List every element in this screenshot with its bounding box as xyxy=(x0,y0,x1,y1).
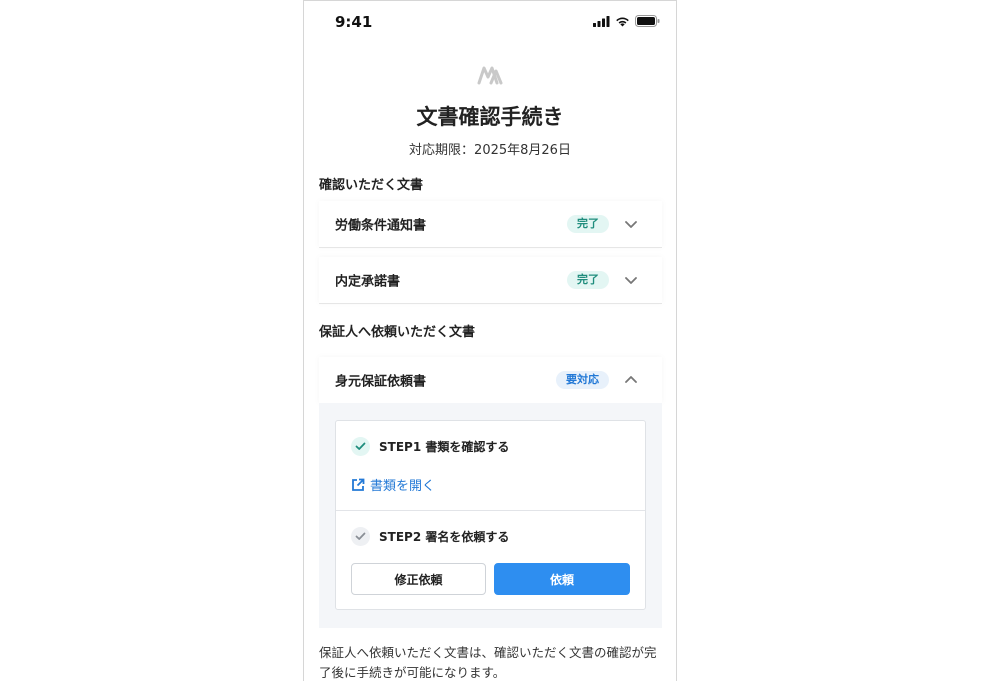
status-time: 9:41 xyxy=(335,13,373,31)
external-link-icon xyxy=(352,478,365,491)
section-label-guarantor: 保証人へ依頼いただく文書 xyxy=(319,325,476,340)
status-badge: 要対応 xyxy=(556,371,609,389)
status-icons xyxy=(593,15,660,27)
step-card: STEP1 書類を確認する 書類を開く STEP2 署名を依頼する 修正依頼 依… xyxy=(335,420,646,610)
doc-name: 身元保証依頼書 xyxy=(335,374,427,390)
request-button[interactable]: 依頼 xyxy=(494,563,630,595)
step1-title: STEP1 書類を確認する xyxy=(379,440,510,454)
doc-name: 労働条件通知書 xyxy=(335,218,427,234)
brand-logo-icon xyxy=(477,66,503,85)
open-document-link[interactable]: 書類を開く xyxy=(351,475,435,494)
section-label-confirm: 確認いただく文書 xyxy=(319,178,424,193)
step2-row: STEP2 署名を依頼する xyxy=(351,527,509,546)
status-badge: 完了 xyxy=(567,215,609,233)
signal-icon xyxy=(593,15,610,27)
status-badge: 完了 xyxy=(567,271,609,289)
chevron-down-icon[interactable] xyxy=(624,275,638,285)
step1-row: STEP1 書類を確認する xyxy=(351,437,509,456)
phone-screen: 9:41 文書確認手続き 対応期限：2025年8月26日 確認いただく文書 労働… xyxy=(303,0,677,681)
expanded-panel: STEP1 書類を確認する 書類を開く STEP2 署名を依頼する 修正依頼 依… xyxy=(319,403,662,628)
doc-name: 内定承諾書 xyxy=(335,274,401,290)
check-icon xyxy=(351,527,370,546)
step2-title: STEP2 署名を依頼する xyxy=(379,530,510,544)
revise-request-button[interactable]: 修正依頼 xyxy=(351,563,486,595)
page-title: 文書確認手続き xyxy=(416,105,564,129)
info-note: 保証人へ依頼いただく文書は、確認いただく文書の確認が完了後に手続きが可能になりま… xyxy=(319,645,657,680)
wifi-icon xyxy=(616,17,629,26)
chevron-down-icon[interactable] xyxy=(624,219,638,229)
step-divider xyxy=(336,510,645,511)
check-icon xyxy=(351,437,370,456)
battery-icon xyxy=(635,15,660,27)
chevron-up-icon[interactable] xyxy=(624,375,638,385)
open-document-label: 書類を開く xyxy=(370,479,436,494)
deadline-text: 対応期限：2025年8月26日 xyxy=(409,143,571,158)
doc-row-guarantee-request[interactable]: 身元保証依頼書 要対応 xyxy=(319,357,662,403)
doc-row-labor-conditions[interactable]: 労働条件通知書 完了 xyxy=(319,201,662,247)
doc-row-offer-acceptance[interactable]: 内定承諾書 完了 xyxy=(319,257,662,303)
status-bar: 9:41 xyxy=(304,1,676,45)
